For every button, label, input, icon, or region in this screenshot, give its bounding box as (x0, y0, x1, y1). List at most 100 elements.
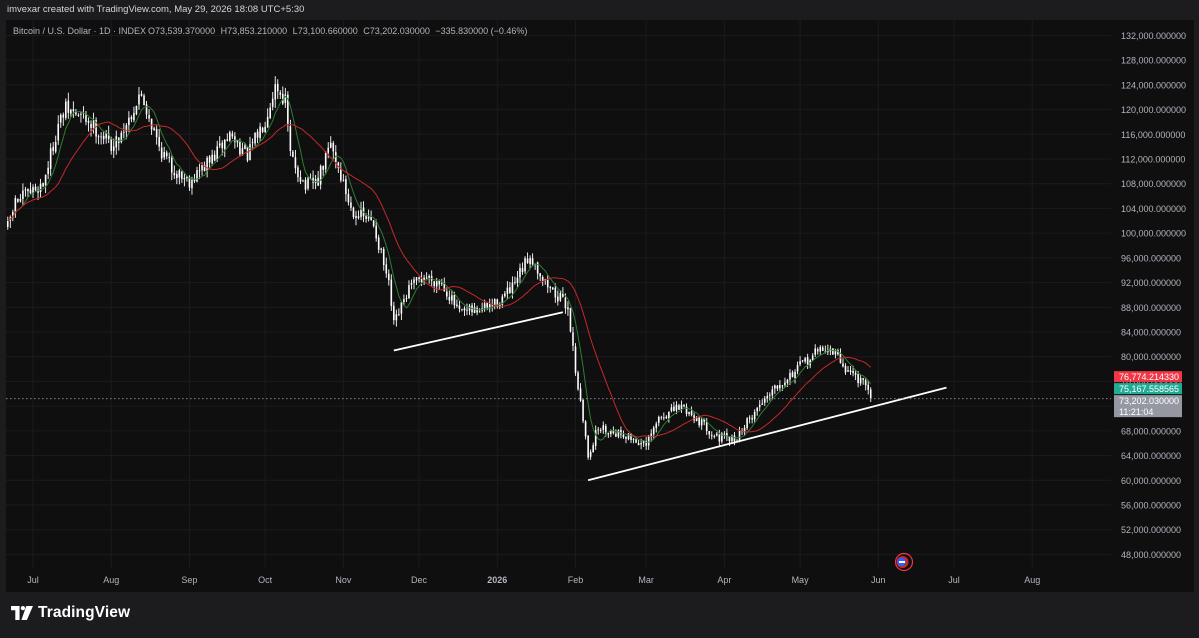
candle-body (372, 220, 375, 226)
candle-body (145, 104, 148, 115)
candle-body (269, 107, 271, 118)
candle (832, 348, 834, 355)
candle-body (327, 147, 330, 153)
candle-body (413, 279, 415, 283)
time-axis-tick-label: Jul (27, 575, 39, 585)
candle-body (97, 136, 100, 138)
candle-body (557, 296, 559, 302)
candle-body (112, 146, 115, 151)
price-axis-tick-label: 108,000.000000 (1121, 179, 1186, 189)
price-axis-tick-label: 80,000.000000 (1121, 352, 1181, 362)
candle-body (789, 372, 791, 380)
candle-body (582, 400, 584, 422)
candle-body (708, 431, 711, 435)
candle-body (19, 198, 22, 202)
candle (229, 130, 231, 142)
candle-body (448, 296, 451, 301)
candle-body (307, 178, 309, 189)
price-axis-tick-label: 96,000.000000 (1121, 253, 1181, 263)
candle-body (115, 136, 118, 148)
price-axis-tick-label: 84,000.000000 (1121, 327, 1181, 337)
price-tag-label: 73,202.030000 (1119, 396, 1179, 406)
candle-body (456, 304, 458, 307)
candle-body (135, 105, 138, 115)
candle-body (17, 198, 19, 202)
candle-body (847, 370, 849, 372)
candle-body (539, 273, 541, 277)
time-axis-tick-label: Jul (948, 575, 960, 585)
candle-body (738, 430, 741, 442)
candle-body (647, 436, 650, 446)
candle-body (266, 116, 269, 128)
candle-body (821, 347, 824, 351)
candle-body (244, 145, 246, 150)
candle-body (819, 346, 822, 352)
candle-body (786, 379, 789, 383)
candle-body (854, 373, 857, 375)
candle-body (181, 171, 183, 179)
candle-body (380, 248, 383, 250)
candle-body (834, 351, 837, 355)
candle-body (254, 132, 256, 144)
candle-body (852, 371, 854, 374)
candle-body (584, 421, 587, 437)
time-axis-tick-label: Jun (871, 575, 886, 585)
candle-body (133, 112, 135, 121)
candle (569, 307, 572, 333)
candle-body (59, 114, 62, 123)
candle-body (602, 425, 605, 430)
candle-body (400, 302, 403, 314)
candle-body (723, 433, 726, 435)
candle-body (799, 361, 801, 365)
candle-body (196, 170, 198, 182)
candle-body (324, 152, 327, 170)
candle-body (403, 299, 405, 303)
candle-body (418, 277, 420, 279)
candle-body (781, 385, 784, 387)
candle-body (597, 429, 600, 431)
footer-bar: TradingView (0, 592, 1199, 638)
candle-body (150, 118, 153, 130)
candle-body (483, 303, 486, 309)
candle-body (763, 398, 766, 403)
candle-body (365, 216, 367, 219)
candle-body (176, 173, 178, 179)
candle-body (170, 157, 173, 173)
candle-body (549, 287, 552, 289)
candle-body (90, 123, 92, 128)
chart-area[interactable]: 48,000.000000 52,000.000000 56,000.000000 6… (6, 20, 1194, 592)
candle-body (234, 136, 236, 142)
candle-body (526, 258, 529, 263)
tradingview-logo[interactable]: TradingView (11, 604, 130, 622)
candle-body (201, 165, 203, 171)
candle-body (259, 126, 261, 138)
candle-body (390, 279, 393, 307)
candle-body (587, 435, 589, 458)
candle-body (678, 405, 680, 410)
candle-body (657, 416, 660, 423)
candle-body (453, 294, 456, 306)
price-tag: 75,167.558565 (1114, 383, 1182, 395)
candle-body (842, 363, 844, 367)
candle (582, 399, 584, 424)
legend-change: −335.830000 (−0.46%) (435, 26, 527, 36)
candle-body (415, 277, 418, 281)
candle-body (87, 120, 90, 123)
candle-body (569, 308, 572, 332)
candle-body (246, 146, 249, 161)
tradingview-wordmark: TradingView (38, 604, 131, 621)
candle-body (801, 360, 804, 362)
candle-body (92, 120, 95, 128)
price-chart[interactable]: 48,000.000000 52,000.000000 56,000.000000 6… (6, 20, 1194, 592)
legend-open: 73,539.370000 (155, 26, 215, 36)
candle-body (519, 267, 521, 278)
candle-body (867, 384, 870, 390)
candle-body (506, 287, 509, 294)
candle-body (796, 365, 799, 372)
candle-body (425, 277, 428, 279)
candle-body (289, 125, 292, 152)
candle-body (675, 404, 678, 411)
candle-body (249, 144, 251, 161)
candle-body (652, 427, 655, 435)
price-axis-tick-label: 60,000.000000 (1121, 476, 1181, 486)
